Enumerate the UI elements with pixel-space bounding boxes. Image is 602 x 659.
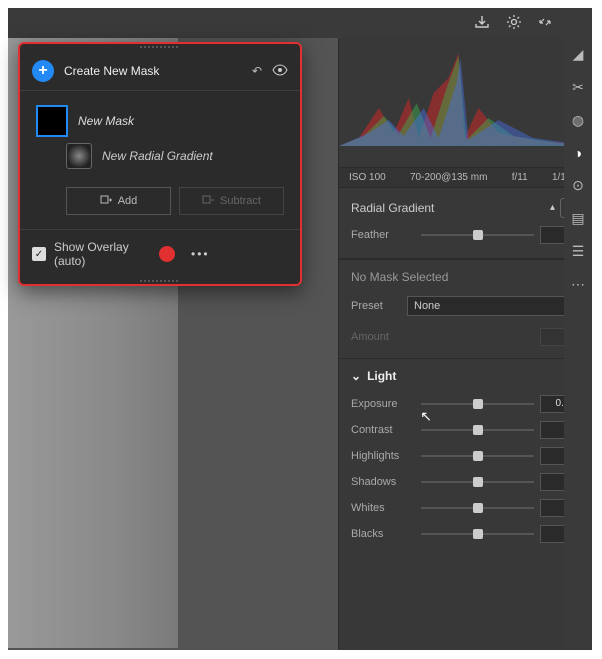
slider-label: Highlights: [351, 450, 415, 462]
slider-row-highlights: Highlights0: [351, 447, 580, 465]
feather-label: Feather: [351, 229, 415, 241]
preset-icon[interactable]: ☰: [572, 243, 585, 260]
light-sliders: Exposure0.00 Contrast0 Highlights0 Shadows0…: [339, 387, 592, 563]
export-icon[interactable]: [474, 14, 490, 33]
gear-icon[interactable]: [506, 14, 522, 33]
more-options-icon[interactable]: •••: [191, 247, 288, 261]
slider-label: Whites: [351, 502, 415, 514]
slider-label: Blacks: [351, 528, 415, 540]
exposure-slider[interactable]: [421, 397, 534, 411]
mask-name: New Mask: [78, 114, 134, 128]
topbar: [8, 8, 592, 38]
right-panel: ISO 100 70-200@135 mm f/11 1/125s Radial…: [338, 38, 592, 650]
contrast-slider[interactable]: [421, 423, 534, 437]
histogram[interactable]: [339, 38, 592, 168]
gradient-thumbnail[interactable]: [66, 143, 92, 169]
redeye-icon[interactable]: ⊙: [572, 177, 584, 194]
chevron-down-icon[interactable]: ⌄: [351, 369, 361, 383]
overlay-checkbox[interactable]: ✓: [32, 247, 46, 261]
stack-icon[interactable]: ▤: [571, 210, 584, 227]
gradient-name: New Radial Gradient: [102, 149, 213, 163]
gradient-item[interactable]: New Radial Gradient: [20, 143, 300, 181]
create-mask-button[interactable]: +: [32, 60, 54, 82]
app-window: ISO 100 70-200@135 mm f/11 1/125s Radial…: [8, 8, 592, 650]
feather-slider[interactable]: [421, 228, 534, 242]
slider-row-whites: Whites0: [351, 499, 580, 517]
mask-icon[interactable]: ◑: [574, 145, 582, 161]
photo-meta: ISO 100 70-200@135 mm f/11 1/125s: [339, 168, 592, 188]
light-title: Light: [367, 369, 396, 383]
mask-panel-footer: ✓ Show Overlay (auto) •••: [20, 229, 300, 278]
nomask-header: No Mask Selected ↶: [339, 259, 592, 290]
overlay-label: Show Overlay (auto): [54, 240, 151, 268]
panel-grip-bottom[interactable]: [20, 278, 300, 284]
tool-strip: ◢ ✂ ◍ ◑ ⊙ ▤ ☰ ⋯: [564, 38, 592, 648]
radial-title: Radial Gradient: [351, 201, 434, 215]
meta-aperture: f/11: [512, 172, 528, 183]
light-header[interactable]: ⌄ Light: [339, 358, 592, 387]
crop-icon[interactable]: ✂: [572, 79, 584, 96]
radial-section: Radial Gradient Feather 50: [339, 188, 592, 259]
slider-label: Contrast: [351, 424, 415, 436]
slider-row-shadows: Shadows0: [351, 473, 580, 491]
preset-select[interactable]: None⌄: [407, 296, 580, 316]
slider-label: Exposure: [351, 398, 415, 410]
triangle-icon[interactable]: ◢: [573, 46, 584, 63]
blacks-slider[interactable]: [421, 527, 534, 541]
meta-iso: ISO 100: [349, 172, 386, 183]
mask-panel: + Create New Mask ↶ New Mask New Radial …: [18, 42, 302, 286]
preset-label: Preset: [351, 300, 399, 312]
mask-thumbnail[interactable]: [36, 105, 68, 137]
highlights-slider[interactable]: [421, 449, 534, 463]
create-mask-label: Create New Mask: [64, 64, 242, 78]
collapse-icon[interactable]: [538, 15, 552, 32]
more-icon[interactable]: ⋯: [571, 276, 585, 293]
subtract-button[interactable]: Subtract: [179, 187, 284, 215]
meta-lens: 70-200@135 mm: [410, 172, 487, 183]
slider-label: Shadows: [351, 476, 415, 488]
slider-row-blacks: Blacks0: [351, 525, 580, 543]
slider-row-contrast: Contrast0: [351, 421, 580, 439]
shadows-slider[interactable]: [421, 475, 534, 489]
heal-icon[interactable]: ◍: [572, 112, 584, 129]
mask-item[interactable]: New Mask: [20, 91, 300, 143]
overlay-color-swatch[interactable]: [159, 246, 175, 262]
mask-panel-header: + Create New Mask ↶: [20, 50, 300, 91]
slider-row-exposure: Exposure0.00: [351, 395, 580, 413]
whites-slider[interactable]: [421, 501, 534, 515]
eye-icon[interactable]: [272, 64, 288, 79]
undo-icon[interactable]: ↶: [252, 64, 262, 78]
nomask-title: No Mask Selected: [351, 270, 448, 284]
scroll-up-icon[interactable]: ▴: [550, 202, 562, 214]
amount-label: Amount: [351, 331, 389, 343]
add-button[interactable]: Add: [66, 187, 171, 215]
